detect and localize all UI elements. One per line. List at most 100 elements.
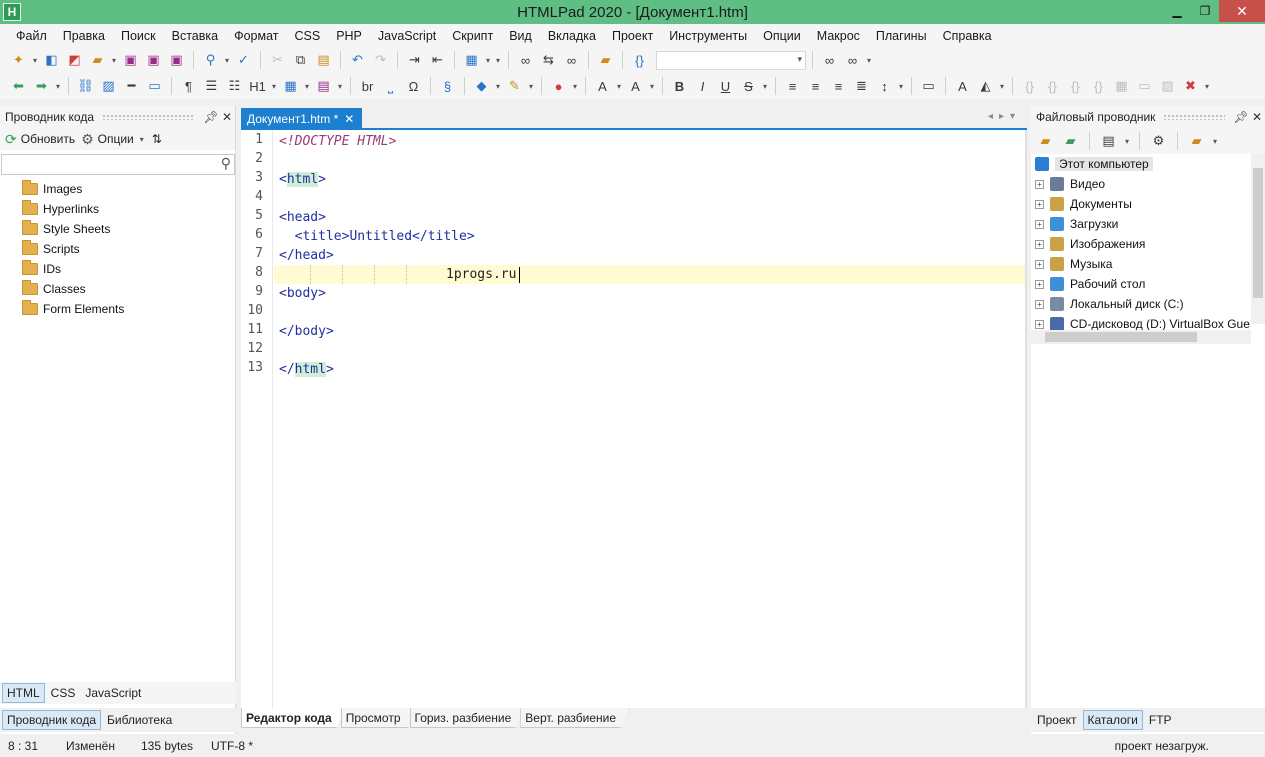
expand-icon[interactable]: +: [1035, 199, 1044, 209]
menu-plugins[interactable]: Плагины: [868, 29, 935, 43]
dropdown-arrow-icon[interactable]: ▾: [223, 56, 231, 65]
tab-project[interactable]: Проект: [1033, 711, 1081, 729]
favorites-folder-icon[interactable]: ▰: [1186, 131, 1207, 152]
toolbar-options-icon[interactable]: ▾: [494, 56, 502, 65]
expand-icon[interactable]: +: [1035, 319, 1044, 329]
options-button[interactable]: ⚙ Опции ▾: [81, 131, 146, 148]
heading-icon[interactable]: H1: [247, 76, 268, 97]
tab-html[interactable]: HTML: [2, 683, 45, 703]
menu-view[interactable]: Вид: [501, 29, 540, 43]
tab-navigation-icon[interactable]: ◂▸▾: [988, 111, 1021, 122]
editor-scrollbar[interactable]: [1025, 130, 1027, 708]
app-icon[interactable]: H: [3, 3, 21, 21]
back-arrow-icon[interactable]: ⬅: [8, 76, 29, 97]
scrollbar-thumb[interactable]: [1253, 168, 1263, 298]
italic-icon[interactable]: I: [692, 76, 713, 97]
expand-icon[interactable]: +: [1035, 259, 1044, 269]
tree-item-documents[interactable]: + Документы: [1031, 194, 1265, 214]
tree-item-scripts[interactable]: Scripts: [0, 239, 235, 259]
menu-insert[interactable]: Вставка: [164, 29, 226, 43]
table-icon[interactable]: ▦: [280, 76, 301, 97]
tab-library[interactable]: Библиотека: [103, 711, 176, 729]
undo-icon[interactable]: ↶: [347, 50, 368, 71]
script-braces-icon[interactable]: {}: [1065, 76, 1086, 97]
dropdown-arrow-icon[interactable]: ▾: [571, 82, 579, 91]
dropdown-arrow-icon[interactable]: ▾: [897, 82, 905, 91]
align-right-icon[interactable]: ≡: [828, 76, 849, 97]
color-icon[interactable]: ●: [548, 76, 569, 97]
close-panel-icon[interactable]: ✕: [1249, 110, 1265, 124]
tree-item-desktop[interactable]: + Рабочий стол: [1031, 274, 1265, 294]
menu-file[interactable]: Файл: [8, 29, 55, 43]
panel-grip[interactable]: [1163, 114, 1225, 120]
expand-icon[interactable]: +: [1035, 219, 1044, 229]
toolbar-options-icon[interactable]: ▾: [998, 82, 1006, 91]
align-left-icon[interactable]: ≡: [782, 76, 803, 97]
tab-ftp[interactable]: FTP: [1145, 711, 1176, 729]
menu-php[interactable]: PHP: [328, 29, 370, 43]
snippet-select[interactable]: [656, 50, 806, 70]
search-icon[interactable]: ⚲: [221, 155, 231, 172]
braces-icon[interactable]: {}: [1042, 76, 1063, 97]
block-icon[interactable]: ▭: [918, 76, 939, 97]
dropdown-arrow-icon[interactable]: ▾: [494, 82, 502, 91]
panel-grip[interactable]: [102, 114, 195, 120]
tree-item-pictures[interactable]: + Изображения: [1031, 234, 1265, 254]
dropdown-arrow-icon[interactable]: ▾: [648, 82, 656, 91]
find-files-icon[interactable]: ∞: [561, 50, 582, 71]
copy-icon[interactable]: ⧉: [290, 50, 311, 71]
menu-javascript[interactable]: JavaScript: [370, 29, 444, 43]
close-tab-icon[interactable]: ✕: [344, 112, 354, 126]
close-button[interactable]: ✕: [1219, 0, 1265, 22]
menu-tools[interactable]: Инструменты: [661, 29, 755, 43]
open-folder-icon[interactable]: ▰: [87, 50, 108, 71]
maximize-button[interactable]: ❐: [1191, 0, 1219, 22]
align-center-icon[interactable]: ≡: [805, 76, 826, 97]
highlight-icon[interactable]: ◭: [975, 76, 996, 97]
horizontal-rule-icon[interactable]: ━: [121, 76, 142, 97]
menu-format[interactable]: Формат: [226, 29, 286, 43]
nbsp-icon[interactable]: ⎵: [380, 76, 401, 97]
tree-item-ids[interactable]: IDs: [0, 259, 235, 279]
tree-item-classes[interactable]: Classes: [0, 279, 235, 299]
redo-icon[interactable]: ↷: [370, 50, 391, 71]
code-editor[interactable]: 1 2 3 4 5 6 7 8 9 10 11 12 13 <!DOCTYPE …: [241, 130, 1027, 708]
scrollbar-thumb[interactable]: [1045, 332, 1197, 342]
tab-code-editor[interactable]: Редактор кода: [241, 708, 345, 728]
strikethrough-icon[interactable]: S: [738, 76, 759, 97]
gear-icon[interactable]: ⚙: [1148, 131, 1169, 152]
tab-javascript[interactable]: JavaScript: [81, 684, 145, 702]
find-prev-icon[interactable]: ∞: [842, 50, 863, 71]
validate-icon[interactable]: ✖: [1180, 76, 1201, 97]
outdent-icon[interactable]: ⇤: [427, 50, 448, 71]
numbered-list-icon[interactable]: ☷: [224, 76, 245, 97]
image-icon[interactable]: ▨: [98, 76, 119, 97]
menu-tab[interactable]: Вкладка: [540, 29, 604, 43]
tab-catalogs[interactable]: Каталоги: [1082, 710, 1143, 730]
tab-vertical-split[interactable]: Верт. разбиение: [520, 708, 630, 728]
close-panel-icon[interactable]: ✕: [219, 110, 235, 124]
tree-item-local-disk[interactable]: + Локальный диск (C:): [1031, 294, 1265, 314]
line-spacing-icon[interactable]: ↕: [874, 76, 895, 97]
menu-macro[interactable]: Макрос: [809, 29, 868, 43]
dropdown-arrow-icon[interactable]: ▾: [270, 82, 278, 91]
document-tab[interactable]: Документ1.htm * ✕: [241, 108, 362, 130]
tree-item-hyperlinks[interactable]: Hyperlinks: [0, 199, 235, 219]
toolbar-options-icon[interactable]: ▾: [865, 56, 873, 65]
dropdown-arrow-icon[interactable]: ▾: [484, 56, 492, 65]
special-char-icon[interactable]: Ω: [403, 76, 424, 97]
picture-icon[interactable]: ▨: [1157, 76, 1178, 97]
menu-script[interactable]: Скрипт: [444, 29, 501, 43]
tree-item-video[interactable]: + Видео: [1031, 174, 1265, 194]
text-color-icon[interactable]: A: [952, 76, 973, 97]
tree-item-form-elements[interactable]: Form Elements: [0, 299, 235, 319]
tree-item-style-sheets[interactable]: Style Sheets: [0, 219, 235, 239]
cut-icon[interactable]: ✂: [267, 50, 288, 71]
dropdown-arrow-icon[interactable]: ▾: [761, 82, 769, 91]
code-snippet-icon[interactable]: {}: [629, 50, 650, 71]
comment-icon[interactable]: ▭: [144, 76, 165, 97]
style-icon[interactable]: §: [437, 76, 458, 97]
toolbar-options-icon[interactable]: ▾: [1203, 82, 1211, 91]
save-as-icon[interactable]: ▣: [166, 50, 187, 71]
binoculars-icon[interactable]: ∞: [515, 50, 536, 71]
